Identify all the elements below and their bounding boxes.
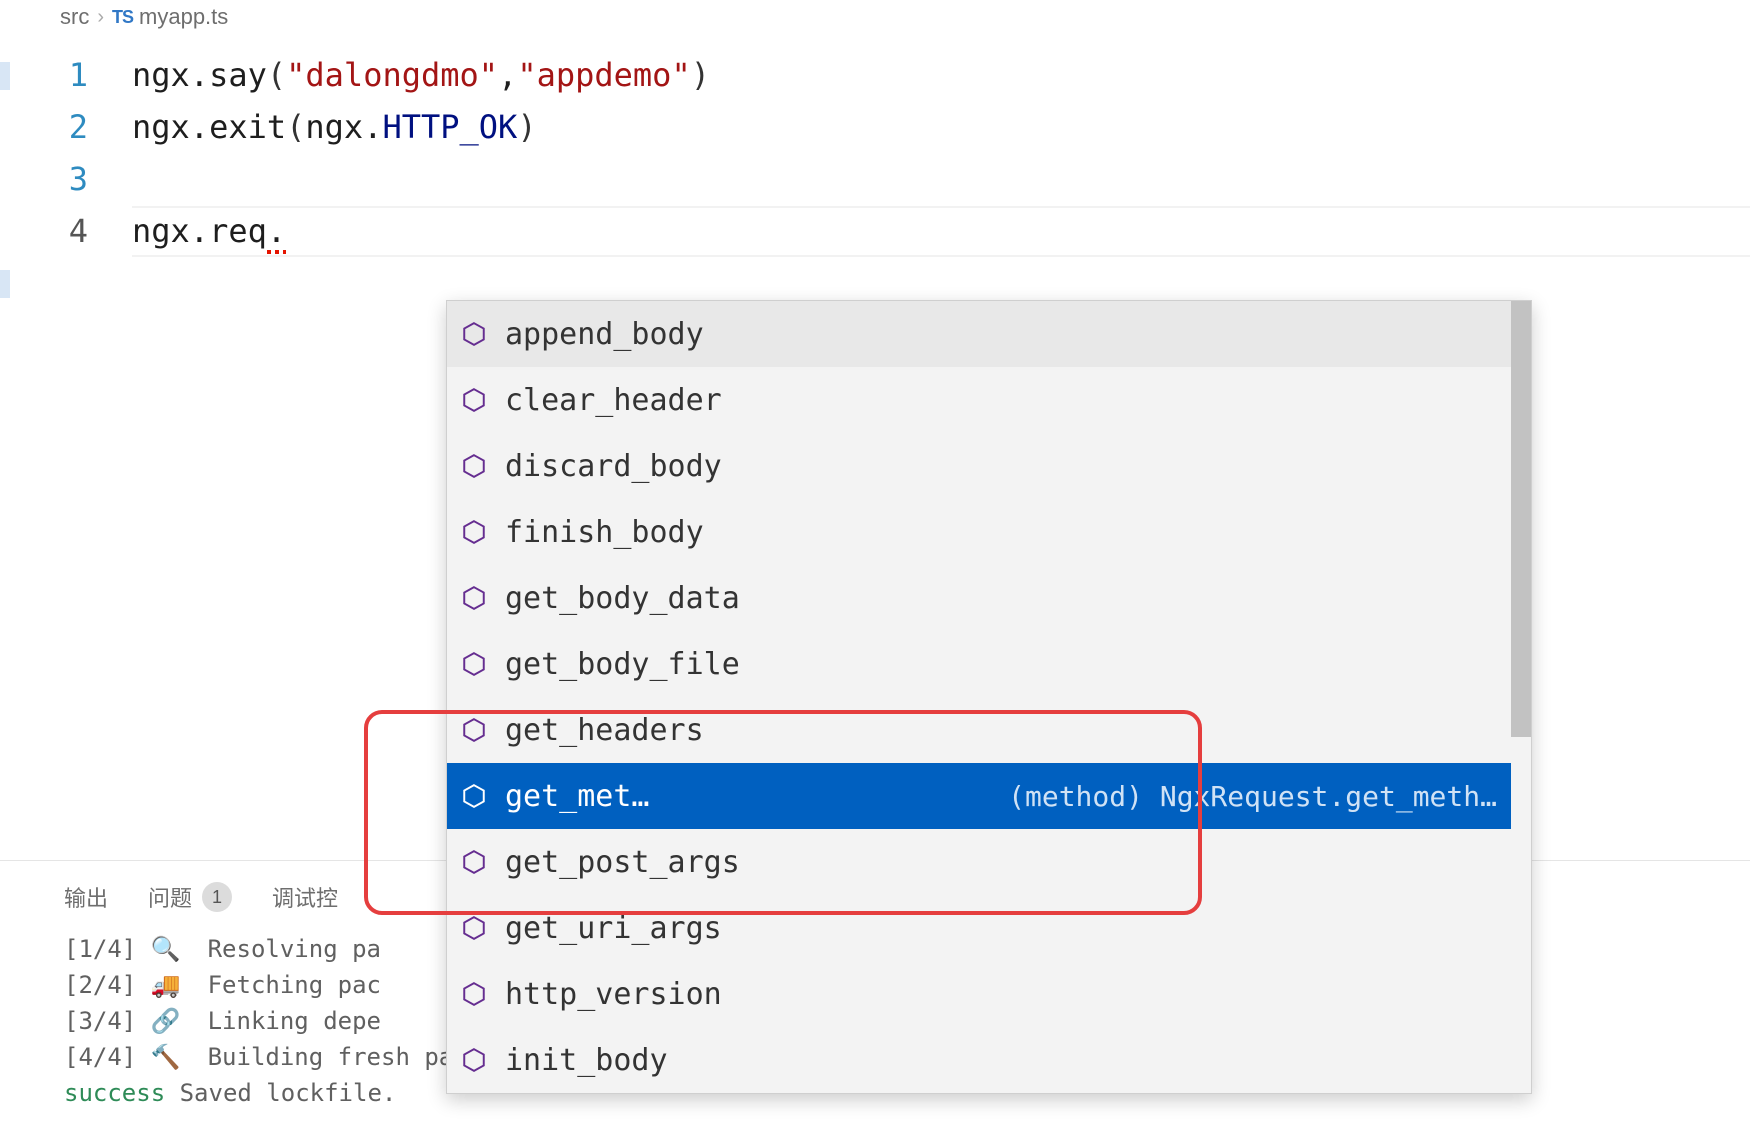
line-indicator (0, 154, 32, 206)
typescript-icon: TS (112, 7, 133, 28)
autocomplete-label: append_body (505, 317, 704, 352)
truck-icon: 🚚 (151, 967, 179, 1003)
autocomplete-item[interactable]: clear_header (447, 367, 1511, 433)
code-line[interactable]: 3 (0, 154, 1750, 206)
code-line[interactable]: 2 ngx.exit(ngx.HTTP_OK) (0, 102, 1750, 154)
scrollbar[interactable] (1511, 301, 1531, 1093)
autocomplete-label: get_met… (505, 779, 650, 814)
line-indicator (0, 50, 32, 102)
line-indicator (0, 206, 32, 258)
breadcrumb-file-name: myapp.ts (139, 4, 228, 30)
code-editor[interactable]: 1 ngx.say("dalongdmo","appdemo") 2 ngx.e… (0, 38, 1750, 310)
autocomplete-item[interactable]: get_post_args (447, 829, 1511, 895)
autocomplete-item[interactable]: http_version (447, 961, 1511, 1027)
scrollbar-thumb[interactable] (1511, 301, 1531, 737)
method-icon (461, 915, 487, 941)
method-icon (461, 651, 487, 677)
method-icon (461, 849, 487, 875)
code-line[interactable]: 1 ngx.say("dalongdmo","appdemo") (0, 50, 1750, 102)
method-icon (461, 981, 487, 1007)
autocomplete-label: init_body (505, 1043, 668, 1078)
line-number: 4 (32, 206, 132, 257)
autocomplete-item-selected[interactable]: get_met… (method) NgxRequest.get_meth… (447, 763, 1511, 829)
magnifier-icon: 🔍 (151, 931, 179, 967)
autocomplete-popup[interactable]: append_body clear_header discard_body fi… (446, 300, 1532, 1094)
method-icon (461, 717, 487, 743)
autocomplete-item[interactable]: get_headers (447, 697, 1511, 763)
autocomplete-label: clear_header (505, 383, 722, 418)
autocomplete-item[interactable]: get_body_file (447, 631, 1511, 697)
method-icon (461, 387, 487, 413)
line-indicator (0, 258, 32, 310)
autocomplete-item[interactable]: init_body (447, 1027, 1511, 1093)
autocomplete-label: discard_body (505, 449, 722, 484)
autocomplete-label: finish_body (505, 515, 704, 550)
breadcrumb: src › TS myapp.ts (0, 0, 1750, 38)
autocomplete-label: get_body_file (505, 647, 740, 682)
method-icon (461, 1047, 487, 1073)
autocomplete-item[interactable]: append_body (447, 301, 1511, 367)
autocomplete-label: get_body_data (505, 581, 740, 616)
line-indicator (0, 102, 32, 154)
method-icon (461, 585, 487, 611)
code-text[interactable]: ngx.req. (132, 206, 1750, 257)
tab-output[interactable]: 输出 (64, 881, 108, 913)
code-text[interactable]: ngx.exit(ngx.HTTP_OK) (132, 102, 1750, 153)
autocomplete-item[interactable]: get_body_data (447, 565, 1511, 631)
autocomplete-item[interactable]: finish_body (447, 499, 1511, 565)
code-line-current[interactable]: 4 ngx.req. (0, 206, 1750, 258)
autocomplete-item[interactable]: get_uri_args (447, 895, 1511, 961)
method-icon (461, 783, 487, 809)
breadcrumb-file[interactable]: TS myapp.ts (112, 4, 228, 30)
tab-debug-console[interactable]: 调试控 (272, 881, 338, 913)
method-icon (461, 453, 487, 479)
method-icon (461, 321, 487, 347)
tab-problems-label: 问题 (148, 881, 192, 913)
line-number: 1 (32, 50, 132, 101)
autocomplete-label: get_post_args (505, 845, 740, 880)
breadcrumb-folder[interactable]: src (60, 4, 89, 30)
autocomplete-detail: (method) NgxRequest.get_meth… (968, 780, 1497, 813)
autocomplete-label: http_version (505, 977, 722, 1012)
autocomplete-label: get_headers (505, 713, 704, 748)
autocomplete-item[interactable]: discard_body (447, 433, 1511, 499)
link-icon: 🔗 (151, 1003, 179, 1039)
line-number: 3 (32, 154, 132, 205)
hammer-icon: 🔨 (151, 1039, 179, 1075)
autocomplete-label: get_uri_args (505, 911, 722, 946)
line-number: 2 (32, 102, 132, 153)
tab-problems[interactable]: 问题 1 (148, 881, 232, 913)
problems-count-badge: 1 (202, 882, 232, 912)
method-icon (461, 519, 487, 545)
chevron-right-icon: › (97, 6, 104, 29)
autocomplete-list[interactable]: append_body clear_header discard_body fi… (447, 301, 1511, 1093)
code-text[interactable]: ngx.say("dalongdmo","appdemo") (132, 50, 1750, 101)
